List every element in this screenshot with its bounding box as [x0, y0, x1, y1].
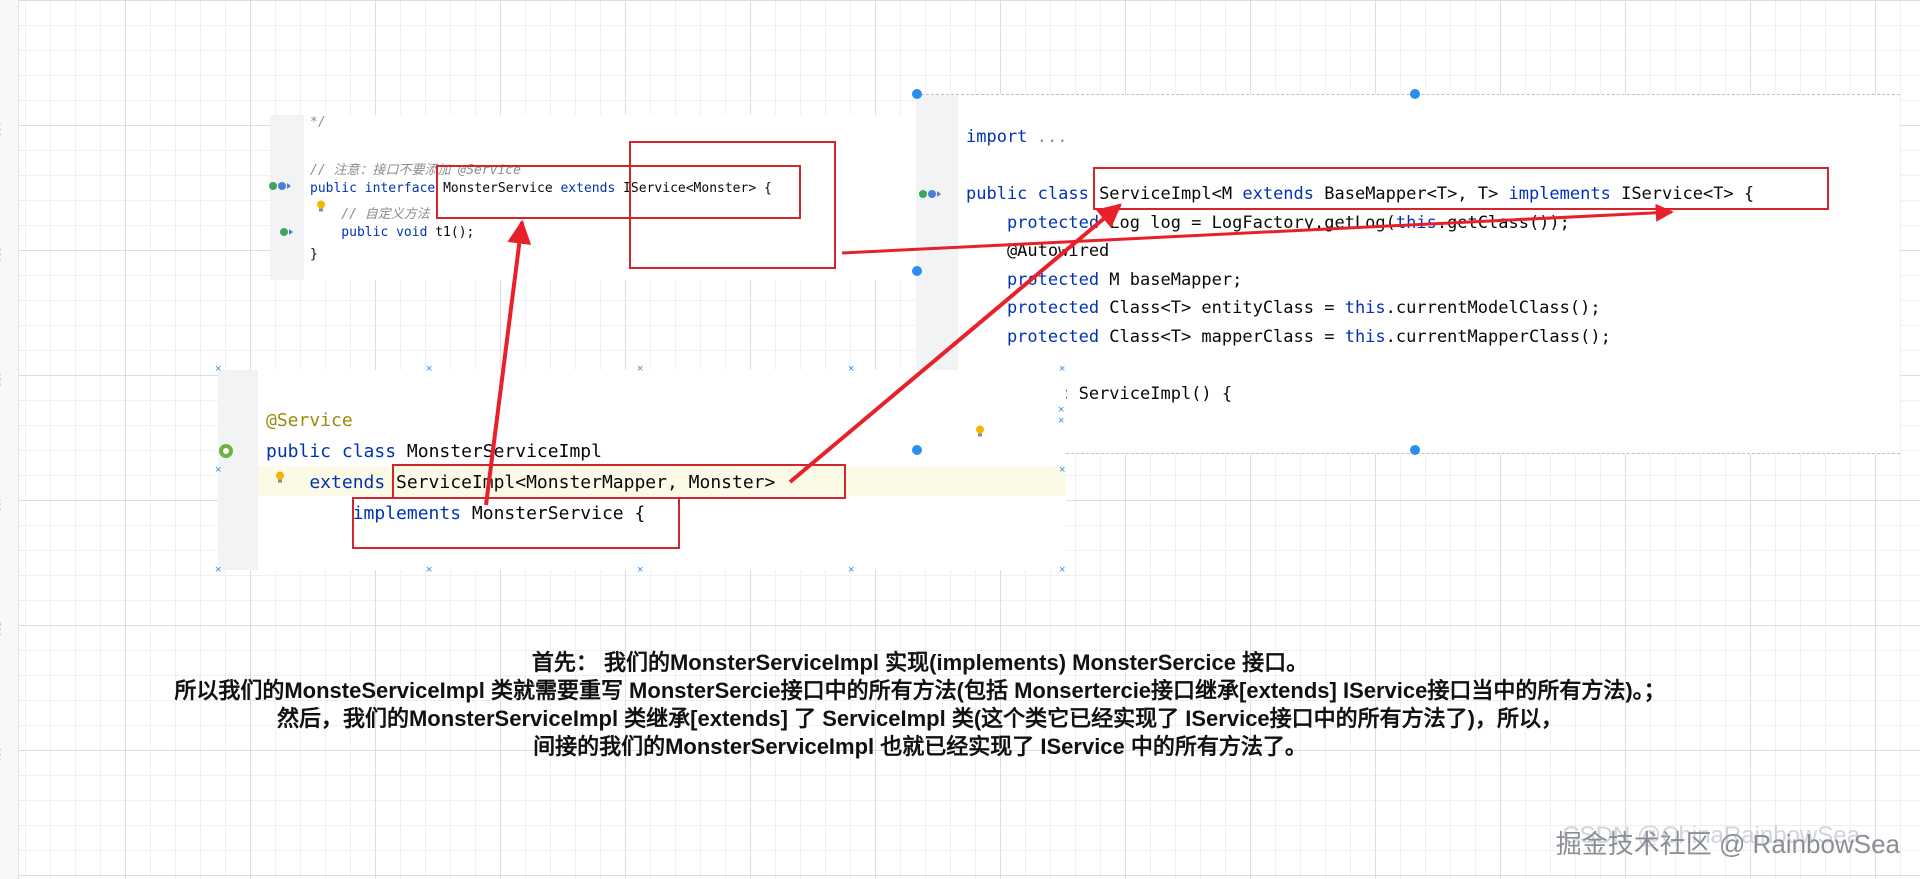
caption-line-1: 首先： 我们的MonsterServiceImpl 实现(implements)…: [531, 650, 1309, 675]
arrow-implements-to-interface: [484, 219, 532, 506]
caption-line-3: 然后，我们的MonsterServiceImpl 类继承[extends] 了 …: [276, 706, 1563, 731]
watermark: 掘金技术社区 @ RainbowSea: [1555, 829, 1900, 859]
caption-line-2: 所以我们的MonsteServiceImpl 类就需要重写 MonsterSer…: [174, 678, 1666, 703]
caption-line-4: 间接的我们的MonsterServiceImpl 也就已经实现了 IServic…: [533, 734, 1307, 759]
arrow-iservice-to-serviceimpl: [841, 203, 1674, 255]
